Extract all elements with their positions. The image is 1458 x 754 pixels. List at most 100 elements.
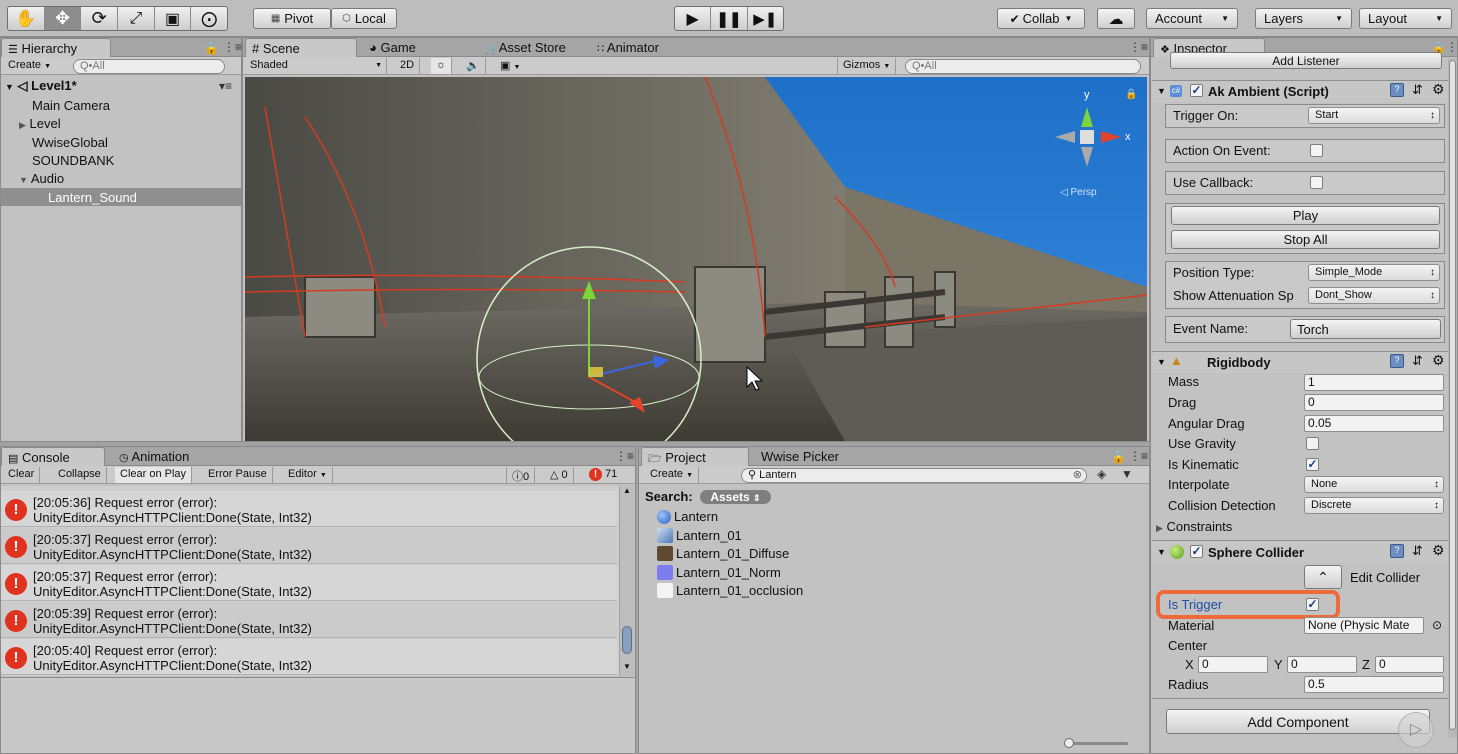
expand-arrow-icon[interactable]: ▼ <box>1157 547 1166 557</box>
project-search-input[interactable]: ⚲ Lantern ⊗ <box>741 468 1087 483</box>
step-button[interactable]: ▶❚ <box>748 7 783 30</box>
pause-button[interactable]: ❚❚ <box>711 7 748 30</box>
tab-animator[interactable]: ∷ Animator <box>591 38 665 57</box>
log-count-toggle[interactable]: ⓘ0 <box>506 467 536 483</box>
tab-scene[interactable]: # Scene <box>245 38 357 57</box>
move-tool-button[interactable]: ✥ <box>44 7 82 30</box>
help-book-icon[interactable]: ? <box>1390 83 1404 97</box>
panel-menu-icon[interactable]: ⋮≡ <box>1129 40 1148 54</box>
scroll-up-icon[interactable]: ▲ <box>623 486 631 495</box>
console-row[interactable]: ! [20:05:40] Request error (error): UnityE… <box>1 639 617 675</box>
hierarchy-item-main-camera[interactable]: Main Camera <box>32 98 110 113</box>
edit-collider-button[interactable]: ⌃ <box>1304 565 1342 589</box>
hierarchy-item-level[interactable]: ▶ Level <box>19 116 61 131</box>
scene-viewport[interactable]: y x ◁ Persp 🔒 <box>245 77 1147 441</box>
console-error-pause-button[interactable]: Error Pause <box>203 467 273 483</box>
stop-all-button[interactable]: Stop All <box>1171 230 1440 249</box>
scrollbar-thumb[interactable] <box>1449 60 1456 730</box>
shading-mode-dropdown[interactable]: Shaded ▼ <box>245 58 387 74</box>
preset-icon[interactable]: ⇵ <box>1412 353 1423 369</box>
layout-dropdown[interactable]: Layout ▼ <box>1359 8 1452 29</box>
gear-icon[interactable]: ⚙ <box>1432 352 1445 369</box>
hierarchy-create-button[interactable]: Create ▼ <box>3 58 56 74</box>
gear-icon[interactable]: ⚙ <box>1432 542 1445 559</box>
expand-arrow-icon[interactable]: ▼ <box>19 175 28 185</box>
expand-arrow-icon[interactable]: ▶ <box>19 120 26 130</box>
asset-item-lantern-01-occlusion[interactable]: Lantern_01_occlusion <box>657 583 803 598</box>
transform-tool-button[interactable]: ⨀ <box>191 7 227 30</box>
interpolate-dropdown[interactable]: None <box>1304 476 1444 493</box>
layers-dropdown[interactable]: Layers ▼ <box>1255 8 1352 29</box>
hand-tool-button[interactable]: ✋ <box>8 7 45 30</box>
panel-menu-icon[interactable]: ⋮≡ <box>615 449 634 463</box>
collab-dropdown[interactable]: ✔ Collab ▼ <box>997 8 1085 29</box>
hierarchy-item-soundbank[interactable]: SOUNDBANK <box>32 153 114 168</box>
scene-menu-icon[interactable]: ▾≡ <box>219 79 232 93</box>
cloud-button[interactable]: ☁ <box>1097 8 1135 29</box>
material-field[interactable]: None (Physic Mate <box>1304 617 1424 634</box>
project-create-button[interactable]: Create ▼ <box>645 467 700 483</box>
tab-asset-store[interactable]: 🛒Asset Store <box>479 38 572 57</box>
constraints-foldout[interactable]: ▶ Constraints <box>1156 519 1232 534</box>
hierarchy-item-lantern-sound[interactable]: Lantern_Sound <box>48 190 137 205</box>
console-scrollbar[interactable]: ▲ ▼ <box>619 486 634 676</box>
panel-menu-icon[interactable]: ⋮≡ <box>1129 449 1148 463</box>
console-editor-dropdown[interactable]: Editor ▼ <box>283 467 333 483</box>
panel-menu-icon[interactable]: ⋮ <box>1446 40 1458 54</box>
rect-tool-button[interactable]: ▣ <box>155 7 192 30</box>
mass-field[interactable]: 1 <box>1304 374 1444 391</box>
assets-scope-pill[interactable]: Assets ⇕ <box>700 490 771 504</box>
local-button[interactable]: ⬡ Local <box>331 8 397 29</box>
tab-wwise-picker[interactable]: Wwise Picker <box>755 447 845 466</box>
account-dropdown[interactable]: Account ▼ <box>1146 8 1238 29</box>
slider-thumb[interactable] <box>1064 738 1074 748</box>
console-clear-on-play-button[interactable]: Clear on Play <box>115 467 193 483</box>
console-row[interactable]: ! [20:05:37] Request error (error): UnityE… <box>1 565 617 601</box>
tab-animation[interactable]: ◷ Animation <box>113 447 195 466</box>
rotate-tool-button[interactable]: ⟳ <box>81 7 119 30</box>
gizmos-dropdown[interactable]: Gizmos ▼ <box>837 58 897 74</box>
action-on-event-checkbox[interactable] <box>1310 144 1323 157</box>
clear-search-icon[interactable]: ⊗ <box>1073 469 1082 482</box>
play-button[interactable]: ▶ <box>675 7 712 30</box>
collision-detection-dropdown[interactable]: Discrete <box>1304 497 1444 514</box>
event-name-button[interactable]: Torch <box>1290 319 1441 339</box>
gear-icon[interactable]: ⚙ <box>1432 81 1445 98</box>
trigger-on-dropdown[interactable]: Start <box>1308 107 1440 124</box>
asset-item-lantern[interactable]: Lantern <box>657 509 718 524</box>
expand-arrow-icon[interactable]: ▼ <box>1157 357 1166 367</box>
center-y-field[interactable]: 0 <box>1287 656 1357 673</box>
lock-icon[interactable]: 🔒 <box>1125 89 1137 100</box>
scrollbar-thumb[interactable] <box>622 626 632 654</box>
add-listener-button[interactable]: Add Listener <box>1170 52 1442 69</box>
error-count-toggle[interactable]: ! 71 <box>584 467 622 483</box>
tab-game[interactable]: ◕ Game <box>363 38 422 57</box>
hierarchy-item-audio[interactable]: ▼ Audio <box>19 171 64 186</box>
console-collapse-button[interactable]: Collapse <box>53 467 107 483</box>
console-clear-button[interactable]: Clear <box>3 467 41 483</box>
add-component-button[interactable]: Add Component <box>1166 709 1430 734</box>
warning-count-toggle[interactable]: △ 0 <box>545 467 574 483</box>
is-trigger-checkbox[interactable]: ✓ <box>1306 598 1319 611</box>
asset-item-lantern-01-diffuse[interactable]: Lantern_01_Diffuse <box>657 546 789 561</box>
expand-arrow-icon[interactable]: ▼ <box>5 82 14 92</box>
preset-icon[interactable]: ⇵ <box>1412 543 1423 559</box>
use-callback-checkbox[interactable] <box>1310 176 1323 189</box>
asset-item-lantern-01-norm[interactable]: Lantern_01_Norm <box>657 565 781 580</box>
position-type-dropdown[interactable]: Simple_Mode <box>1308 264 1440 281</box>
scroll-down-icon[interactable]: ▼ <box>623 662 631 671</box>
preset-icon[interactable]: ⇵ <box>1412 82 1423 98</box>
filter-label-icon[interactable]: ▼ <box>1121 467 1133 481</box>
panel-menu-icon[interactable]: ⋮≡ <box>223 40 242 54</box>
tab-console[interactable]: ▤ Console <box>1 447 105 466</box>
hierarchy-search-input[interactable]: Q•All <box>73 59 225 74</box>
drag-field[interactable]: 0 <box>1304 394 1444 411</box>
lighting-toggle[interactable]: ☼ <box>431 58 453 74</box>
console-row[interactable]: ! [20:05:39] Request error (error): UnityE… <box>1 602 617 638</box>
play-event-button[interactable]: Play <box>1171 206 1440 225</box>
center-x-field[interactable]: 0 <box>1198 656 1268 673</box>
expand-arrow-icon[interactable]: ▼ <box>1157 86 1166 96</box>
scene-root-row[interactable]: ▼ ◁ Level1* <box>5 78 77 94</box>
tab-project[interactable]: 🗁 Project <box>641 447 749 466</box>
asset-item-lantern-01[interactable]: Lantern_01 <box>657 528 742 543</box>
